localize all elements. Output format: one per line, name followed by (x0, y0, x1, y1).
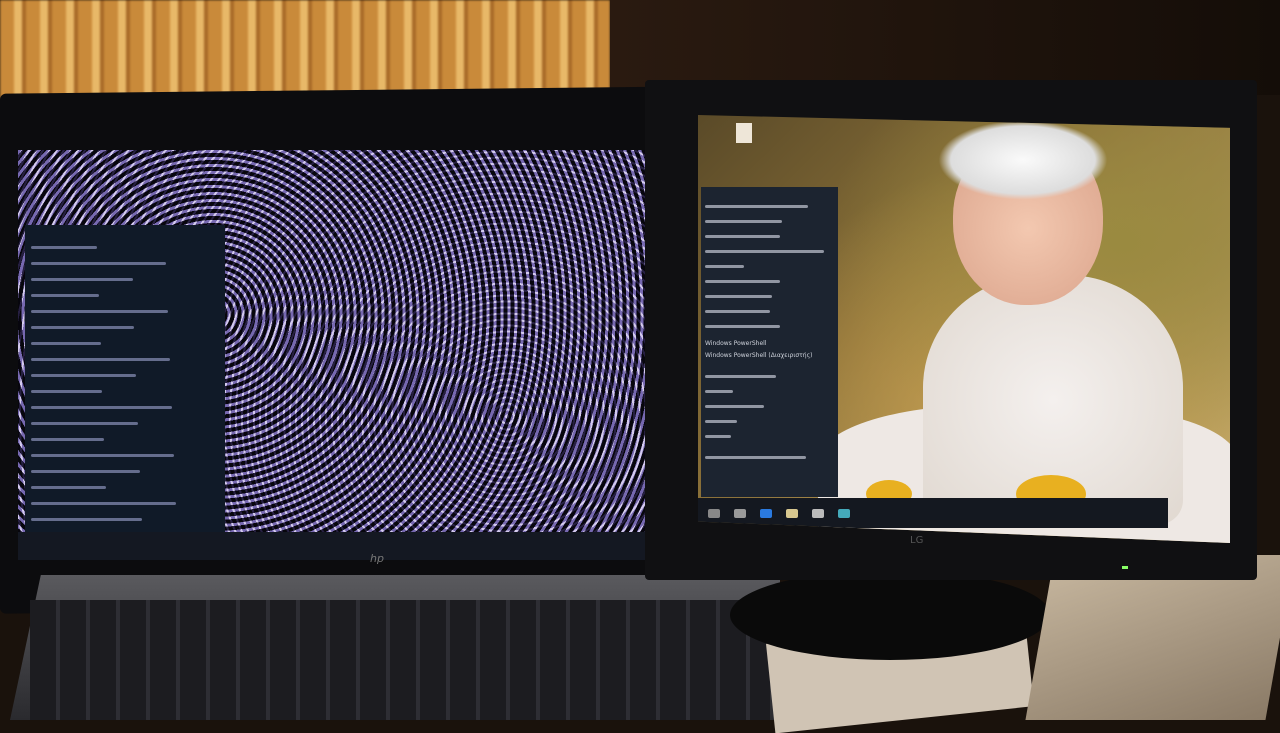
menu-item[interactable] (31, 246, 97, 249)
wallpaper-headband (938, 120, 1108, 200)
menu-item[interactable] (705, 235, 780, 238)
menu-item[interactable] (31, 358, 171, 361)
menu-item[interactable] (705, 280, 780, 283)
menu-item[interactable] (31, 486, 107, 489)
menu-item[interactable] (705, 390, 734, 393)
menu-item-powershell[interactable]: Windows PowerShell (705, 340, 834, 347)
menu-item[interactable] (31, 422, 139, 425)
app-icon[interactable] (838, 508, 850, 518)
menu-item[interactable] (31, 262, 167, 265)
menu-item[interactable] (31, 342, 101, 345)
lg-logo: LG (910, 535, 924, 546)
menu-item[interactable] (31, 502, 176, 505)
monitor-stand (730, 570, 1050, 660)
desktop-file-icon[interactable] (736, 123, 752, 143)
menu-item[interactable] (31, 294, 99, 297)
taskbar-left (18, 532, 670, 560)
menu-item[interactable] (31, 518, 142, 521)
menu-item[interactable] (31, 406, 172, 409)
menu-item[interactable] (705, 250, 824, 253)
menu-item[interactable] (705, 205, 809, 208)
menu-item-powershell-admin[interactable]: Windows PowerShell (Διαχειριστής) (705, 352, 834, 359)
search-icon[interactable] (708, 508, 720, 518)
menu-item[interactable] (31, 438, 105, 441)
menu-item[interactable] (705, 405, 765, 408)
menu-item[interactable] (705, 265, 744, 268)
menu-item[interactable] (31, 326, 135, 329)
menu-item[interactable] (31, 374, 137, 377)
menu-item[interactable] (705, 375, 776, 378)
menu-item[interactable] (705, 295, 773, 298)
menu-item[interactable] (705, 310, 770, 313)
file-explorer-icon[interactable] (786, 508, 798, 518)
menu-item[interactable] (705, 325, 780, 328)
task-view-icon[interactable] (734, 508, 746, 518)
taskbar (698, 498, 1168, 528)
menu-item[interactable] (705, 420, 738, 423)
menu-item[interactable] (705, 435, 731, 438)
start-context-menu: Windows PowerShell Windows PowerShell (Δ… (701, 187, 838, 497)
laptop-screen-glitched (18, 150, 670, 560)
laptop-keyboard (30, 600, 770, 720)
menu-item[interactable] (31, 390, 103, 393)
menu-item[interactable] (31, 454, 174, 457)
menu-item[interactable] (705, 220, 783, 223)
menu-item[interactable] (31, 278, 133, 281)
power-led (1122, 566, 1128, 569)
edge-icon[interactable] (760, 508, 772, 518)
menu-item[interactable] (705, 456, 806, 459)
menu-item[interactable] (31, 470, 141, 473)
start-context-menu-left (25, 225, 225, 540)
store-icon[interactable] (812, 508, 824, 518)
menu-item[interactable] (31, 310, 169, 313)
hp-logo: hp (370, 552, 384, 565)
monitor-screen: Windows PowerShell Windows PowerShell (Δ… (698, 115, 1230, 543)
